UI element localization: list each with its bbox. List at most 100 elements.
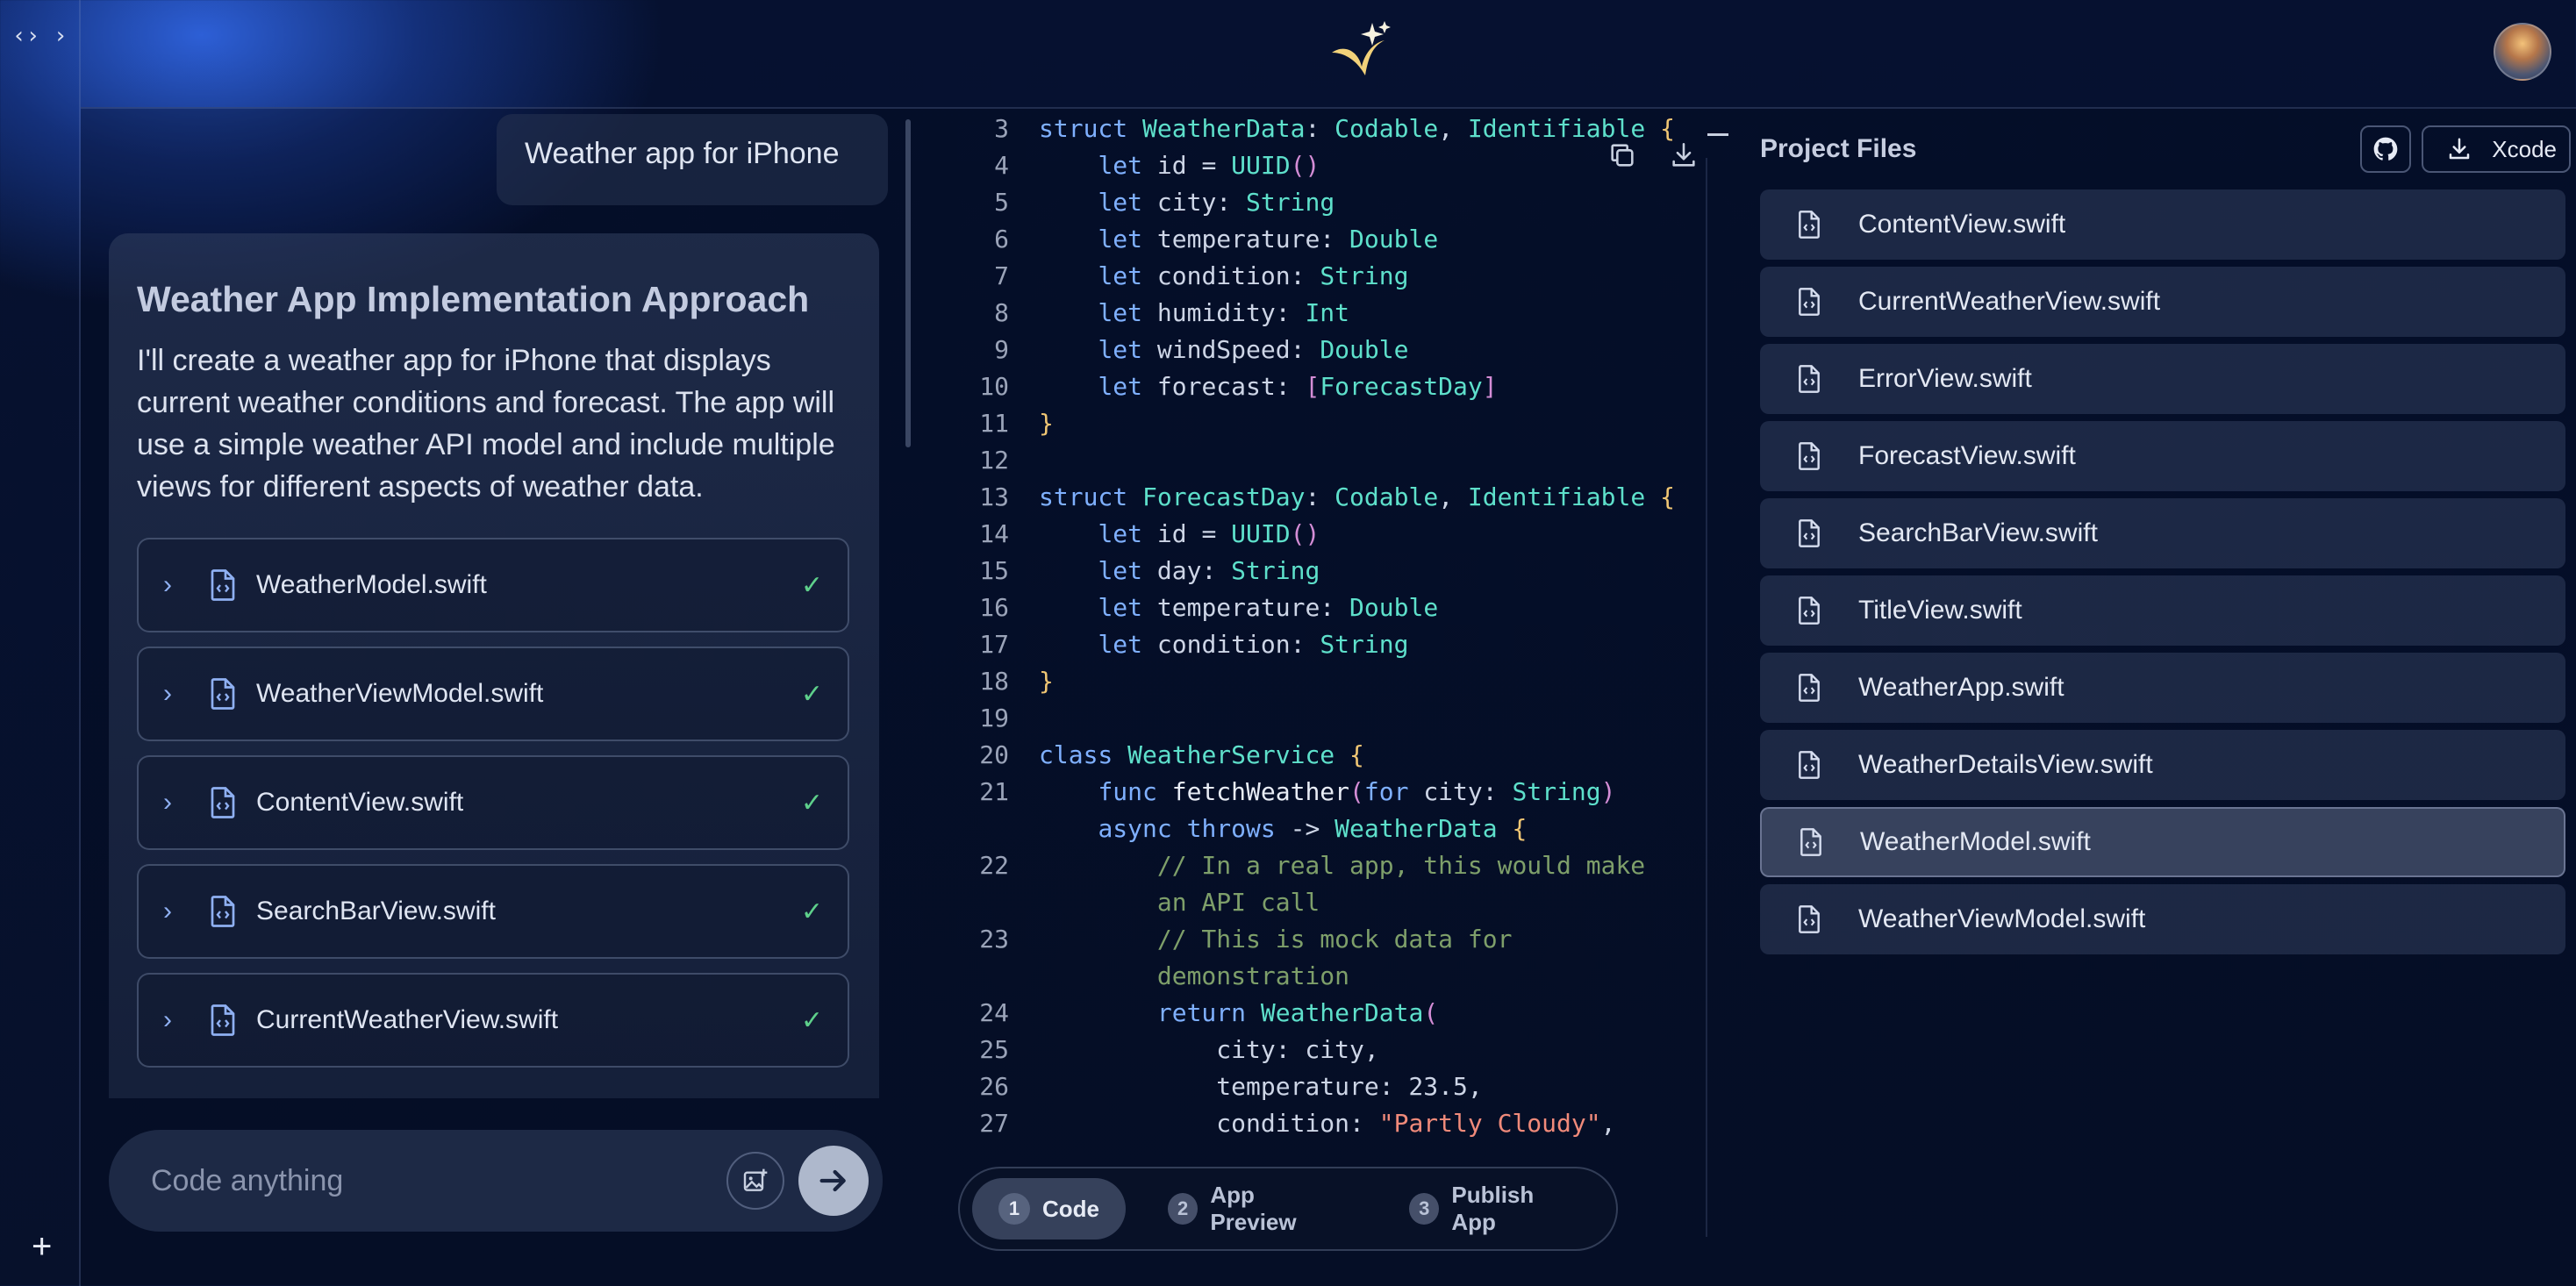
swift-file-icon bbox=[207, 1003, 239, 1038]
swift-file-icon bbox=[1795, 595, 1823, 626]
github-button[interactable] bbox=[2360, 125, 2412, 173]
sparkle-bird-logo bbox=[1327, 19, 1393, 85]
line-number: 3 bbox=[994, 114, 1009, 143]
line-number: 7 bbox=[994, 261, 1009, 290]
tab-app-preview[interactable]: 2 App Preview bbox=[1141, 1178, 1367, 1240]
code-text: func fetchWeather(for city: String) bbox=[1098, 777, 1616, 806]
chat-scrollbar[interactable] bbox=[905, 119, 911, 447]
line-number: 22 bbox=[979, 851, 1009, 880]
chevron-right-icon[interactable]: › bbox=[163, 679, 193, 709]
project-file-name: WeatherViewModel.swift bbox=[1858, 904, 2146, 933]
tab-number: 2 bbox=[1168, 1193, 1199, 1225]
code-text: class WeatherService { bbox=[1039, 740, 1364, 769]
project-file-item[interactable]: TitleView.swift bbox=[1760, 575, 2565, 646]
response-body: I'll create a weather app for iPhone tha… bbox=[137, 344, 835, 504]
sidebar-toggle-button[interactable]: ‹› › bbox=[12, 23, 68, 49]
chevron-right-icon[interactable]: › bbox=[163, 1005, 193, 1035]
project-file-item[interactable]: WeatherViewModel.swift bbox=[1760, 884, 2565, 954]
code-text: let id = UUID() bbox=[1098, 151, 1320, 180]
chevron-right-icon[interactable]: › bbox=[163, 897, 193, 926]
code-text: let windSpeed: Double bbox=[1098, 335, 1409, 364]
line-number bbox=[958, 958, 1039, 995]
code-line: 26 temperature: 23.5, bbox=[958, 1068, 1783, 1105]
line-number: 8 bbox=[994, 298, 1009, 327]
code-line: 19 bbox=[958, 700, 1783, 737]
code-line: 25 city: city, bbox=[958, 1032, 1783, 1068]
generated-file-item[interactable]: › ContentView.swift ✓ bbox=[137, 755, 849, 850]
line-number: 16 bbox=[979, 593, 1009, 622]
line-number: 15 bbox=[979, 556, 1009, 585]
project-file-name: SearchBarView.swift bbox=[1858, 518, 2098, 547]
panel-divider-handle[interactable] bbox=[1707, 133, 1728, 136]
swift-file-icon bbox=[207, 568, 239, 603]
line-number: 27 bbox=[979, 1109, 1009, 1138]
prompt-input-bar bbox=[109, 1130, 883, 1232]
code-line: 22 // In a real app, this would make bbox=[958, 847, 1783, 884]
project-file-item[interactable]: CurrentWeatherView.swift bbox=[1760, 267, 2565, 337]
attach-image-button[interactable] bbox=[726, 1152, 784, 1210]
send-button[interactable] bbox=[798, 1146, 869, 1216]
code-line: 9 let windSpeed: Double bbox=[958, 332, 1783, 368]
project-file-item[interactable]: ErrorView.swift bbox=[1760, 344, 2565, 414]
generated-file-item[interactable]: › WeatherViewModel.swift ✓ bbox=[137, 647, 849, 741]
code-text: temperature: 23.5, bbox=[1039, 1072, 1483, 1101]
code-line: 8 let humidity: Int bbox=[958, 295, 1783, 332]
project-file-item[interactable]: ForecastView.swift bbox=[1760, 421, 2565, 491]
project-file-list: ContentView.swift CurrentWeatherView.swif… bbox=[1760, 189, 2571, 954]
tab-number: 1 bbox=[998, 1193, 1030, 1225]
project-file-item[interactable]: WeatherModel.swift bbox=[1760, 807, 2565, 877]
tab-publish-app[interactable]: 3 Publish App bbox=[1383, 1178, 1604, 1240]
swift-file-icon bbox=[207, 785, 239, 820]
tab-label: App Preview bbox=[1210, 1182, 1297, 1235]
code-line: an API call bbox=[958, 884, 1783, 921]
code-text: async throws -> WeatherData { bbox=[1098, 814, 1528, 843]
code-line: 5 let city: String bbox=[958, 184, 1783, 221]
project-file-item[interactable]: WeatherDetailsView.swift bbox=[1760, 730, 2565, 800]
tab-label: Publish App bbox=[1451, 1182, 1535, 1235]
code-text: let condition: String bbox=[1098, 261, 1409, 290]
project-file-name: WeatherApp.swift bbox=[1858, 673, 2064, 702]
tab-code[interactable]: 1 Code bbox=[972, 1178, 1126, 1240]
copy-icon[interactable] bbox=[1607, 140, 1637, 170]
code-line: 6 let temperature: Double bbox=[958, 221, 1783, 258]
chat-panel: Weather app for iPhone Weather App Imple… bbox=[81, 109, 911, 1286]
generated-file-item[interactable]: › SearchBarView.swift ✓ bbox=[137, 864, 849, 959]
project-file-item[interactable]: ContentView.swift bbox=[1760, 189, 2565, 260]
top-bar bbox=[81, 0, 2576, 107]
code-editor[interactable]: 3 struct WeatherData: Codable, Identifiab… bbox=[958, 111, 1783, 1163]
generated-file-item[interactable]: › CurrentWeatherView.swift ✓ bbox=[137, 973, 849, 1068]
code-text: let day: String bbox=[1098, 556, 1320, 585]
project-file-name: CurrentWeatherView.swift bbox=[1858, 287, 2161, 316]
left-rail: ‹› › + bbox=[0, 0, 81, 1286]
xcode-export-button[interactable]: Xcode bbox=[2422, 125, 2571, 173]
check-icon: ✓ bbox=[800, 788, 823, 818]
code-toolbar bbox=[1607, 140, 1699, 170]
chevron-right-icon[interactable]: › bbox=[163, 788, 193, 818]
generated-file-item[interactable]: › WeatherModel.swift ✓ bbox=[137, 538, 849, 632]
line-number: 23 bbox=[979, 925, 1009, 954]
download-icon[interactable] bbox=[1669, 140, 1699, 170]
line-number: 10 bbox=[979, 372, 1009, 401]
avatar[interactable] bbox=[2494, 23, 2551, 81]
code-text: let temperature: Double bbox=[1098, 225, 1439, 254]
swift-file-icon bbox=[1795, 209, 1823, 240]
prompt-input[interactable] bbox=[151, 1163, 726, 1198]
code-line: 24 return WeatherData( bbox=[958, 995, 1783, 1032]
code-line: 18} bbox=[958, 663, 1783, 700]
swift-file-icon bbox=[1795, 440, 1823, 472]
new-chat-button[interactable]: + bbox=[32, 1227, 52, 1267]
line-number: 24 bbox=[979, 998, 1009, 1027]
line-number: 11 bbox=[979, 409, 1009, 438]
assistant-response-card: Weather App Implementation Approach I'll… bbox=[109, 233, 879, 1098]
project-file-item[interactable]: SearchBarView.swift bbox=[1760, 498, 2565, 568]
project-file-item[interactable]: WeatherApp.swift bbox=[1760, 653, 2565, 723]
code-text: an API call bbox=[1156, 888, 1320, 917]
project-file-name: ErrorView.swift bbox=[1858, 364, 2032, 393]
response-title: Weather App Implementation Approach bbox=[137, 279, 810, 319]
chevron-right-icon[interactable]: › bbox=[163, 570, 193, 600]
swift-file-icon bbox=[1795, 749, 1823, 781]
code-line: 13 struct ForecastDay: Codable, Identifia… bbox=[958, 479, 1783, 516]
code-line: 21 func fetchWeather(for city: String) bbox=[958, 774, 1783, 811]
swift-file-icon bbox=[1795, 518, 1823, 549]
project-file-name: ForecastView.swift bbox=[1858, 441, 2076, 470]
